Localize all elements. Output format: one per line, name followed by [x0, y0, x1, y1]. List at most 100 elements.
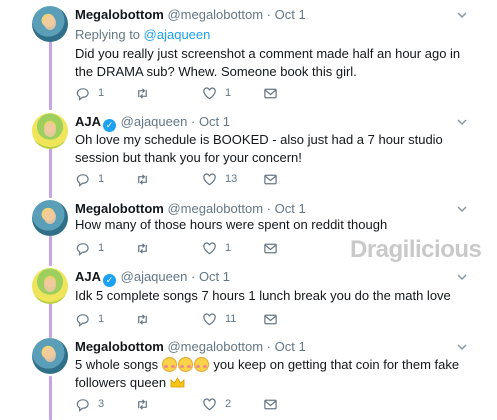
display-name[interactable]: Megalobottom	[75, 7, 164, 22]
like-button[interactable]: 1	[202, 85, 231, 101]
retweet-button[interactable]	[135, 85, 158, 101]
like-count: 13	[225, 173, 238, 185]
timestamp[interactable]: Oct 1	[275, 7, 306, 22]
retweet-icon	[138, 87, 147, 99]
replying-to: Replying to @ajaqueen	[75, 26, 210, 43]
envelope-icon	[264, 243, 277, 253]
reply-button[interactable]: 1	[75, 311, 104, 327]
user-handle[interactable]: @ajaqueen	[121, 269, 188, 284]
flushed-face-emoji	[161, 357, 177, 372]
like-button[interactable]: 1	[202, 240, 231, 256]
reply-count: 1	[98, 313, 105, 325]
retweet-button[interactable]	[135, 240, 158, 256]
display-name[interactable]: AJA	[75, 269, 101, 284]
reply-button[interactable]: 3	[75, 396, 104, 412]
tweet-actions: 1 1	[75, 240, 295, 256]
tweet-actions: 3 2	[75, 396, 295, 412]
tweet[interactable]: AJA ✓ @ajaqueen · Oct 1 Idk 5 complete so…	[0, 268, 497, 330]
tweet-actions: 1 1	[75, 85, 295, 101]
heart-icon	[203, 397, 216, 410]
retweet-button[interactable]	[135, 171, 158, 187]
direct-message-button[interactable]	[263, 85, 278, 101]
timestamp[interactable]: Oct 1	[275, 339, 306, 354]
tweet-header: Megalobottom @megalobottom · Oct 1	[75, 338, 306, 355]
retweet-icon	[138, 313, 147, 325]
tweet[interactable]: Megalobottom @megalobottom · Oct 1 Reply…	[0, 6, 497, 106]
reply-count: 3	[98, 398, 105, 410]
user-handle[interactable]: @megalobottom	[167, 7, 263, 22]
reply-icon	[76, 242, 89, 256]
like-count: 1	[225, 242, 232, 254]
user-handle[interactable]: @megalobottom	[167, 201, 263, 216]
reply-button[interactable]: 1	[75, 240, 104, 256]
reply-icon	[76, 173, 89, 187]
chevron-down-icon[interactable]	[455, 8, 469, 22]
timestamp[interactable]: Oct 1	[199, 114, 230, 129]
direct-message-button[interactable]	[263, 311, 278, 327]
display-name[interactable]: Megalobottom	[75, 201, 164, 216]
retweet-button[interactable]	[135, 396, 158, 412]
replying-label: Replying to	[75, 27, 141, 42]
reply-button[interactable]: 1	[75, 85, 104, 101]
envelope-icon	[264, 174, 277, 184]
tweet-text: Did you really just screenshot a comment…	[75, 46, 461, 79]
reply-icon	[76, 87, 89, 101]
reply-button[interactable]: 1	[75, 171, 104, 187]
avatar[interactable]	[32, 200, 68, 236]
chevron-down-icon[interactable]	[455, 340, 469, 354]
avatar[interactable]	[32, 268, 68, 304]
reply-icon	[76, 313, 89, 327]
like-count: 11	[225, 313, 237, 325]
like-button[interactable]: 11	[202, 311, 236, 327]
like-button[interactable]: 2	[202, 396, 231, 412]
separator-dot: ·	[266, 7, 271, 22]
tweet-header: Megalobottom @megalobottom · Oct 1	[75, 6, 306, 23]
separator-dot: ·	[266, 339, 271, 354]
timestamp[interactable]: Oct 1	[199, 269, 230, 284]
tweet-actions: 1 11	[75, 311, 295, 327]
display-name[interactable]: AJA	[75, 114, 101, 129]
user-handle[interactable]: @megalobottom	[167, 339, 263, 354]
direct-message-button[interactable]	[263, 240, 278, 256]
user-handle[interactable]: @ajaqueen	[121, 114, 188, 129]
envelope-icon	[264, 314, 277, 324]
retweet-button[interactable]	[135, 311, 158, 327]
separator-dot: ·	[190, 114, 196, 129]
avatar[interactable]	[32, 113, 68, 149]
avatar[interactable]	[32, 338, 68, 374]
tweet-text: Idk 5 complete songs 7 hours 1 lunch bre…	[75, 288, 451, 303]
reply-count: 1	[98, 87, 105, 99]
chevron-down-icon[interactable]	[455, 270, 469, 284]
flushed-face-emoji	[193, 357, 209, 372]
tweet-text: 5 whole songs you keep on getting that c…	[75, 356, 475, 392]
retweet-icon	[138, 398, 147, 410]
tweet-actions: 1 13	[75, 171, 295, 187]
tweet-text: Oh love my schedule is BOOKED - also jus…	[75, 132, 443, 165]
tweet-text-start: 5 whole songs	[75, 357, 159, 372]
direct-message-button[interactable]	[263, 171, 278, 187]
separator-dot: ·	[190, 269, 196, 284]
tweet-text: How many of those hours were spent on re…	[75, 217, 388, 232]
direct-message-button[interactable]	[263, 396, 278, 412]
reply-count: 1	[98, 173, 105, 185]
avatar[interactable]	[32, 6, 68, 42]
tweet-header: AJA ✓ @ajaqueen · Oct 1	[75, 268, 230, 287]
timestamp[interactable]: Oct 1	[275, 201, 306, 216]
envelope-icon	[264, 399, 277, 409]
flushed-face-emoji	[177, 357, 193, 372]
display-name[interactable]: Megalobottom	[75, 339, 164, 354]
reply-icon	[76, 398, 89, 412]
tweet-header: Megalobottom @megalobottom · Oct 1	[75, 200, 306, 217]
mention-link[interactable]: @ajaqueen	[144, 27, 211, 42]
like-button[interactable]: 13	[202, 171, 237, 187]
tweet[interactable]: Megalobottom @megalobottom · Oct 1 5 who…	[0, 338, 497, 420]
like-count: 1	[225, 87, 232, 99]
separator-dot: ·	[266, 201, 271, 216]
verified-badge-icon: ✓	[103, 274, 117, 287]
chevron-down-icon[interactable]	[455, 202, 469, 216]
heart-icon	[203, 86, 216, 99]
tweet[interactable]: AJA ✓ @ajaqueen · Oct 1 Oh love my schedu…	[0, 113, 497, 193]
retweet-icon	[138, 242, 147, 254]
envelope-icon	[264, 88, 277, 98]
chevron-down-icon[interactable]	[455, 115, 469, 129]
